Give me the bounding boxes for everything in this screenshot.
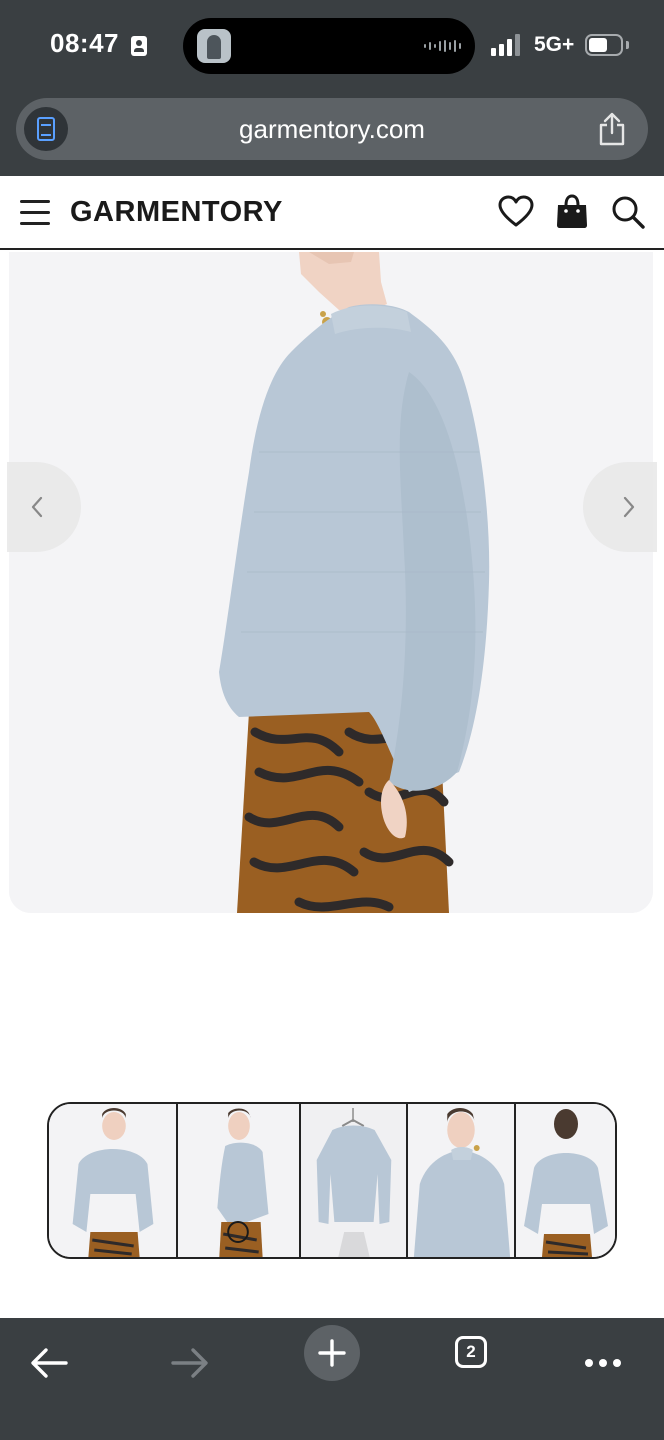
chevron-left-icon [31,496,43,518]
status-bar: 08:47 5G+ [0,0,664,92]
dynamic-island[interactable] [183,18,475,74]
now-playing-thumbnail [197,29,231,63]
forward-arrow-icon [171,1348,208,1378]
thumbnail-4[interactable] [408,1104,516,1257]
site-header: GARMENTORY [0,176,664,250]
thumbnail-2[interactable] [178,1104,301,1257]
url-text[interactable]: garmentory.com [16,114,648,145]
network-label: 5G+ [534,33,575,56]
battery-tip [626,41,629,49]
signal-icon [491,34,520,56]
chevron-right-icon [623,496,635,518]
search-icon[interactable] [610,194,646,230]
battery-icon [585,34,623,56]
status-time: 08:47 [50,28,119,58]
thumbnail-3[interactable] [301,1104,408,1257]
address-bar[interactable]: garmentory.com [16,98,648,160]
more-icon[interactable] [568,1328,638,1398]
thumbnail-5[interactable] [516,1104,615,1257]
audio-wave-icon [424,40,461,52]
thumbnail-strip [47,1102,617,1259]
bag-icon[interactable] [554,194,590,230]
thumbnail-1[interactable] [49,1104,178,1257]
browser-toolbar: 2 [0,1318,664,1440]
site-logo[interactable]: GARMENTORY [70,196,283,229]
heart-icon[interactable] [498,194,534,230]
menu-icon[interactable] [20,198,52,228]
share-icon[interactable] [596,112,628,146]
product-image[interactable] [9,252,653,913]
id-card-icon [131,36,147,56]
tabs-button[interactable]: 2 [455,1336,487,1368]
new-tab-button[interactable] [304,1325,360,1381]
browser-address-area: garmentory.com [0,92,664,176]
plus-icon [318,1339,346,1367]
back-arrow-icon[interactable] [14,1328,84,1398]
